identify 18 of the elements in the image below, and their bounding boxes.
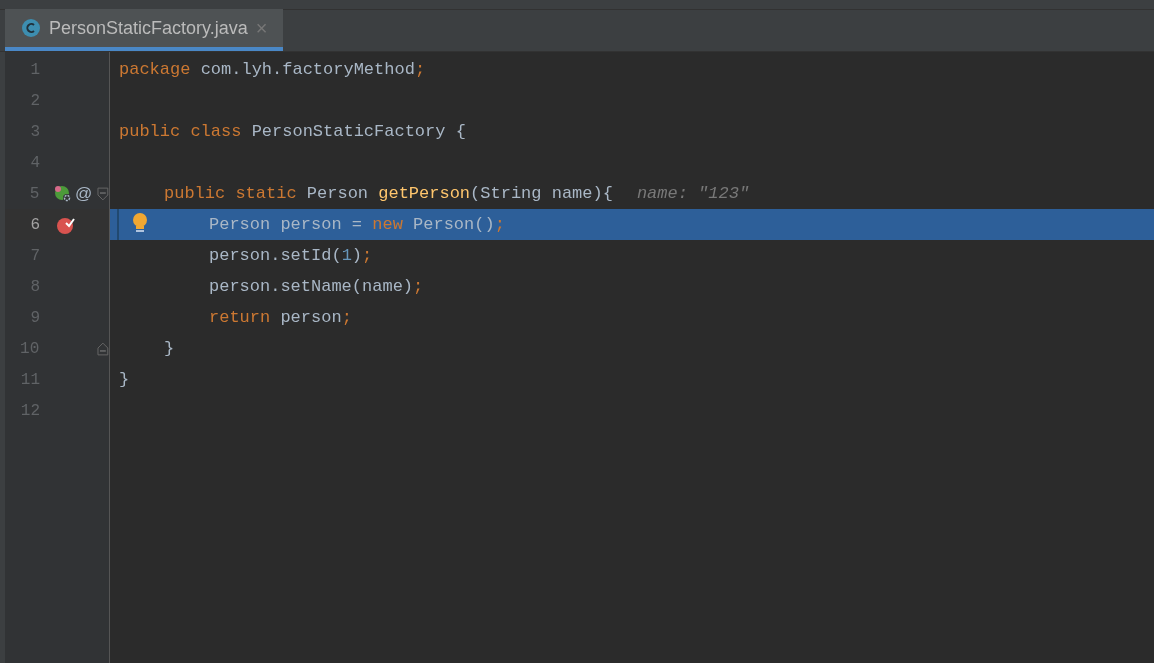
code-line: public static Person getPerson(String name){ name: "123" (164, 182, 750, 205)
class-icon (21, 18, 41, 38)
fold-icon[interactable] (97, 186, 109, 201)
code-line: } (119, 368, 130, 391)
implementing-method-icon[interactable] (53, 183, 73, 204)
code-line: return person; (209, 306, 352, 329)
code-line: person.setName(name); (209, 275, 424, 298)
code-line: Person person = new Person(); (209, 213, 505, 236)
file-tab[interactable]: PersonStaticFactory.java × (5, 9, 284, 51)
code-line: person.setId(1); (209, 244, 373, 267)
annotation-marker[interactable]: @ (75, 185, 93, 202)
code-line: package com.lyh.factoryMethod; (119, 58, 426, 81)
code-line: } (164, 337, 175, 360)
lightbulb-icon[interactable] (132, 213, 148, 235)
tab-label: PersonStaticFactory.java (49, 16, 248, 40)
fold-icon[interactable] (97, 341, 109, 356)
line-number: 6 (29, 214, 40, 236)
code-line: public class PersonStaticFactory { (119, 120, 466, 143)
